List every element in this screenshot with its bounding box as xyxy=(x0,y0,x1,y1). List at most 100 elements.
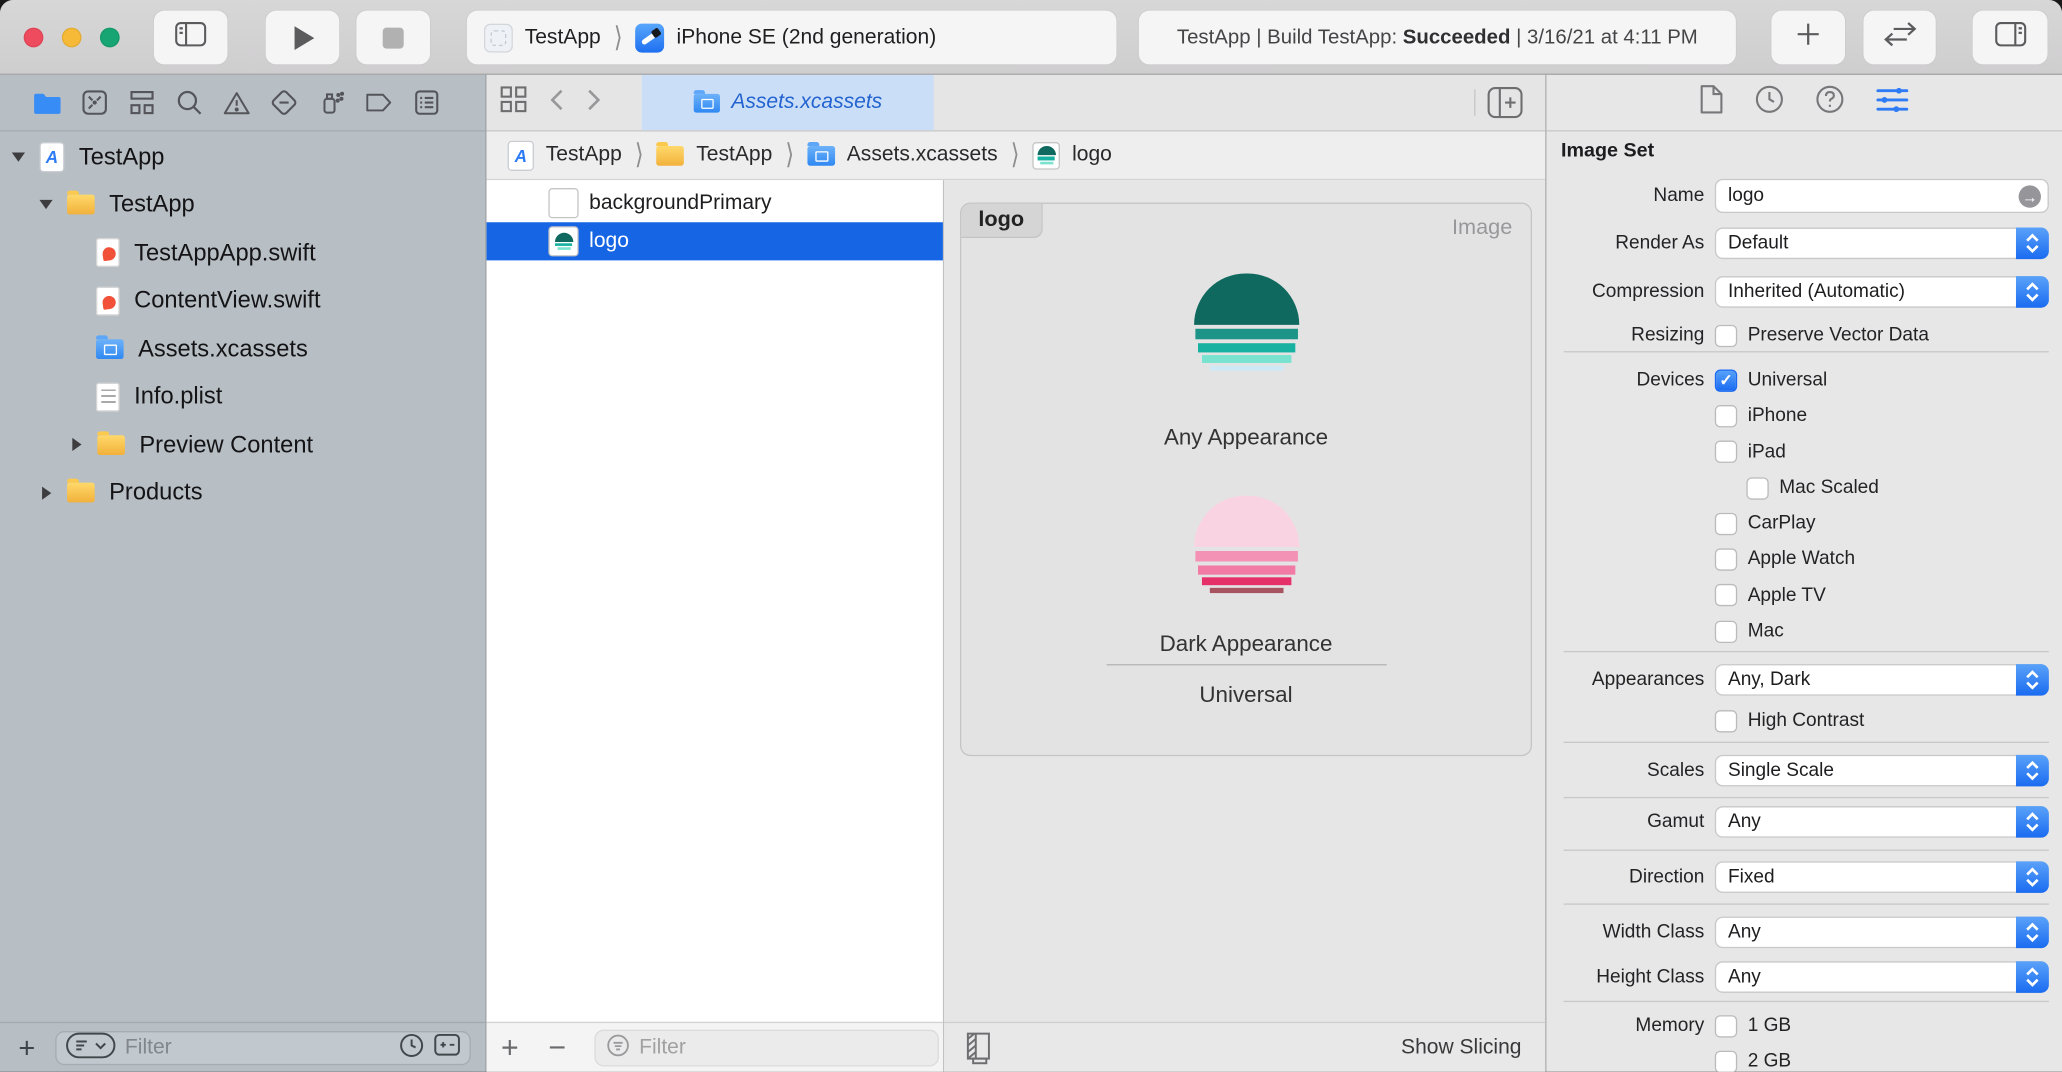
render-as-label: Render As xyxy=(1546,228,1704,260)
tree-item-assets-xcassets[interactable]: Assets.xcassets xyxy=(0,325,485,373)
tree-item-label: Products xyxy=(109,479,202,507)
asset-list-pane: backgroundPrimary logo + − xyxy=(487,180,945,1072)
find-navigator-icon[interactable] xyxy=(175,88,204,117)
asset-kind-label: Image xyxy=(1452,216,1512,241)
disclosure-triangle-icon[interactable] xyxy=(68,438,84,451)
high-contrast-checkbox[interactable] xyxy=(1715,709,1737,731)
breadcrumb-project[interactable]: TestApp xyxy=(546,143,622,167)
tree-item-products[interactable]: Products xyxy=(0,469,485,517)
tree-item-contentview-swift[interactable]: ContentView.swift xyxy=(0,277,485,325)
name-field[interactable]: logo → xyxy=(1715,179,2049,213)
issue-navigator-icon[interactable] xyxy=(222,88,251,117)
toggle-inspector-button[interactable] xyxy=(1973,11,2048,65)
preserve-vector-data-checkbox[interactable] xyxy=(1715,324,1737,346)
remove-asset-button[interactable]: − xyxy=(548,1023,566,1072)
filter-circle-icon xyxy=(606,1033,630,1063)
navigate-forward-icon[interactable] xyxy=(587,87,601,117)
minimize-window-button[interactable] xyxy=(62,28,82,48)
scheme-destination-name[interactable]: iPhone SE (2nd generation) xyxy=(677,26,937,50)
asset-filter-field[interactable]: Filter xyxy=(594,1030,939,1067)
width-class-select[interactable]: Any xyxy=(1715,917,2049,949)
tree-item-testappapp-swift[interactable]: TestAppApp.swift xyxy=(0,229,485,277)
appearances-select[interactable]: Any, Dark xyxy=(1715,664,2049,696)
mac-checkbox[interactable] xyxy=(1715,620,1737,642)
source-control-navigator-icon[interactable] xyxy=(80,88,109,117)
tree-item-testapp-folder[interactable]: TestApp xyxy=(0,181,485,229)
direction-select[interactable]: Fixed xyxy=(1715,861,2049,893)
report-navigator-icon[interactable] xyxy=(412,88,441,117)
attributes-inspector-icon[interactable] xyxy=(1875,85,1909,121)
zoom-window-button[interactable] xyxy=(100,28,120,48)
width-class-label: Width Class xyxy=(1546,917,1704,949)
render-as-select[interactable]: Default xyxy=(1715,228,2049,260)
debug-navigator-icon[interactable] xyxy=(317,88,346,117)
file-inspector-icon[interactable] xyxy=(1699,84,1724,121)
recent-files-clock-icon[interactable] xyxy=(398,1032,424,1065)
breadcrumb-catalog[interactable]: Assets.xcassets xyxy=(847,143,998,167)
stop-button[interactable] xyxy=(356,11,430,65)
carplay-checkbox[interactable] xyxy=(1715,512,1737,534)
tab-overview-icon[interactable] xyxy=(500,85,528,119)
asset-row-logo[interactable]: logo xyxy=(487,222,943,260)
asset-thumbnail xyxy=(548,188,578,218)
ipad-checkbox[interactable] xyxy=(1715,441,1737,463)
activity-status-view[interactable]: TestApp | Build TestApp: Succeeded | 3/1… xyxy=(1139,11,1736,65)
add-file-button[interactable]: + xyxy=(18,1033,35,1062)
folder-icon xyxy=(67,483,95,503)
disclosure-triangle-icon[interactable] xyxy=(11,152,27,161)
tree-item-label: Preview Content xyxy=(139,431,313,459)
universal-checkbox[interactable] xyxy=(1715,369,1737,391)
library-add-button[interactable] xyxy=(1771,11,1845,65)
plus-icon xyxy=(1796,22,1820,52)
scales-select[interactable]: Single Scale xyxy=(1715,755,2049,787)
apple-tv-checkbox[interactable] xyxy=(1715,584,1737,606)
scheme-selector[interactable]: TestApp ⟩ iPhone SE (2nd generation) xyxy=(467,11,1117,65)
iphone-checkbox[interactable] xyxy=(1715,404,1737,426)
height-class-select[interactable]: Any xyxy=(1715,961,2049,993)
filter-menu-icon[interactable] xyxy=(66,1032,116,1065)
height-class-label: Height Class xyxy=(1546,961,1704,993)
navigator-filter-field[interactable]: Filter xyxy=(55,1031,471,1065)
run-button[interactable] xyxy=(266,11,340,65)
close-window-button[interactable] xyxy=(24,28,44,48)
apple-watch-checkbox[interactable] xyxy=(1715,548,1737,570)
tree-item-project-root[interactable]: A TestApp xyxy=(0,133,485,181)
gamut-select[interactable]: Any xyxy=(1715,806,2049,838)
show-slicing-button[interactable]: Show Slicing xyxy=(1401,1023,1521,1072)
toggle-navigator-button[interactable] xyxy=(154,11,228,65)
breadcrumb-asset[interactable]: logo xyxy=(1072,143,1112,167)
add-asset-button[interactable]: + xyxy=(501,1023,519,1072)
source-control-status-icon[interactable] xyxy=(434,1034,460,1063)
project-navigator-icon[interactable] xyxy=(33,88,62,117)
project-app-icon xyxy=(484,23,513,52)
tree-item-info-plist[interactable]: Info.plist xyxy=(0,373,485,421)
breadcrumb-group[interactable]: TestApp xyxy=(696,143,772,167)
scheme-project-name[interactable]: TestApp xyxy=(525,26,601,50)
xcode-window: TestApp ⟩ iPhone SE (2nd generation) Tes… xyxy=(0,0,2062,1072)
logo-image-any-appearance[interactable] xyxy=(1193,274,1298,371)
editor-swap-button[interactable] xyxy=(1863,11,1935,65)
history-inspector-icon[interactable] xyxy=(1754,84,1784,121)
memory-1gb-checkbox[interactable] xyxy=(1715,1015,1737,1037)
logo-image-dark-appearance[interactable] xyxy=(1193,496,1298,593)
disclosure-triangle-icon[interactable] xyxy=(38,486,54,499)
test-navigator-icon[interactable] xyxy=(270,88,299,117)
tab-bar-divider xyxy=(1474,89,1475,115)
asset-row-backgroundprimary[interactable]: backgroundPrimary xyxy=(487,184,943,222)
symbol-navigator-icon[interactable] xyxy=(128,88,157,117)
asset-catalog-icon xyxy=(694,93,720,112)
compression-select[interactable]: Inherited (Automatic) xyxy=(1715,276,2049,308)
go-arrow-icon[interactable]: → xyxy=(2019,185,2041,207)
disclosure-triangle-icon[interactable] xyxy=(38,200,54,209)
popup-stepper-icon xyxy=(2016,755,2049,787)
tab-assets-xcassets[interactable]: Assets.xcassets xyxy=(642,75,934,130)
inspector-panel: Image Set Name logo → Render As Default … xyxy=(1545,75,2062,1072)
add-editor-button[interactable] xyxy=(1487,87,1523,125)
breakpoint-navigator-icon[interactable] xyxy=(364,88,393,117)
navigate-back-icon[interactable] xyxy=(550,87,564,117)
memory-2gb-checkbox[interactable] xyxy=(1715,1050,1737,1072)
quick-help-inspector-icon[interactable] xyxy=(1815,84,1845,121)
name-value: logo xyxy=(1728,185,1764,206)
tree-item-preview-content[interactable]: Preview Content xyxy=(0,421,485,469)
mac-scaled-checkbox[interactable] xyxy=(1746,477,1768,499)
